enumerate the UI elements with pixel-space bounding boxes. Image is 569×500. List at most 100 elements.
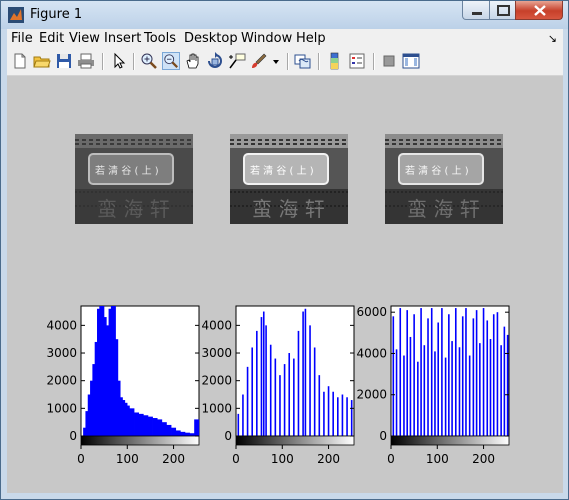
minimize-button[interactable] bbox=[462, 1, 490, 20]
menu-window[interactable]: Window bbox=[241, 31, 292, 46]
histogram-bar bbox=[269, 344, 272, 436]
histogram-bar bbox=[500, 345, 502, 436]
histogram-bar bbox=[242, 394, 244, 436]
histogram-bar bbox=[313, 347, 316, 436]
new-figure-icon[interactable] bbox=[11, 52, 29, 70]
svg-text:若 清 谷 ( 上 ): 若 清 谷 ( 上 ) bbox=[250, 164, 314, 177]
y-tick-label: 3000 bbox=[201, 346, 232, 360]
gray-colorbar bbox=[390, 435, 510, 446]
y-tick-label: 1000 bbox=[46, 401, 77, 415]
save-icon[interactable] bbox=[55, 52, 73, 70]
histogram-bar bbox=[461, 316, 464, 436]
histogram-bar bbox=[297, 330, 300, 436]
histogram-bar bbox=[309, 325, 311, 436]
title-bar[interactable]: Figure 1 bbox=[1, 1, 568, 29]
histogram-bar bbox=[472, 318, 475, 436]
data-cursor-icon[interactable] bbox=[228, 52, 246, 70]
close-icon bbox=[534, 5, 546, 16]
histogram-bar bbox=[465, 308, 467, 436]
histogram-bar bbox=[327, 386, 330, 436]
histogram-bar bbox=[444, 357, 447, 436]
plot-area bbox=[390, 305, 510, 437]
y-tick-label: 1000 bbox=[201, 401, 232, 415]
menu-dock-arrow-icon[interactable]: ↘ bbox=[548, 32, 557, 45]
pan-icon[interactable] bbox=[184, 52, 202, 70]
histogram-bar bbox=[441, 308, 443, 436]
colorbar-icon[interactable] bbox=[326, 52, 344, 70]
y-tick-label: 2000 bbox=[356, 388, 387, 402]
rotate-3d-icon[interactable] bbox=[206, 52, 224, 70]
svg-text:蛮 海 轩: 蛮 海 轩 bbox=[252, 197, 325, 221]
histogram-bar bbox=[399, 308, 402, 436]
x-tick-label: 100 bbox=[116, 452, 139, 466]
histogram-bar bbox=[341, 394, 344, 436]
open-file-icon[interactable] bbox=[33, 52, 51, 70]
menu-insert[interactable]: Insert bbox=[104, 31, 141, 46]
histogram-bar bbox=[496, 312, 499, 436]
menu-bar: File Edit View Insert Tools Desktop Wind… bbox=[7, 29, 563, 49]
histogram-bar bbox=[274, 358, 277, 436]
histogram-bar bbox=[129, 408, 135, 436]
histogram-bar bbox=[468, 355, 471, 436]
y-tick-label: 0 bbox=[224, 429, 232, 443]
menu-desktop[interactable]: Desktop bbox=[184, 31, 238, 46]
histogram-bar bbox=[323, 391, 325, 436]
legend-icon[interactable] bbox=[348, 52, 366, 70]
show-plot-tools-icon[interactable] bbox=[402, 52, 420, 70]
menu-tools[interactable]: Tools bbox=[144, 31, 176, 46]
zoom-out-button[interactable] bbox=[162, 52, 180, 70]
histogram-bar bbox=[143, 415, 149, 436]
zoom-in-icon[interactable] bbox=[140, 52, 158, 70]
histogram-bar bbox=[475, 310, 478, 436]
pointer-icon[interactable] bbox=[110, 52, 128, 70]
histogram-bar bbox=[161, 422, 167, 436]
brush-dropdown-icon[interactable] bbox=[271, 52, 281, 70]
histogram-bar bbox=[506, 334, 509, 436]
x-tick-label: 0 bbox=[77, 452, 85, 466]
toolbar-separator bbox=[287, 53, 289, 70]
histogram-bar bbox=[157, 419, 163, 436]
x-tick-label: 200 bbox=[162, 452, 185, 466]
close-button[interactable] bbox=[515, 1, 563, 20]
y-tick-label: 3000 bbox=[46, 346, 77, 360]
hide-plot-tools-icon[interactable] bbox=[380, 52, 398, 70]
histogram-bar bbox=[246, 366, 249, 436]
histogram-bar bbox=[437, 322, 439, 436]
histogram-bar bbox=[406, 310, 408, 436]
histogram-bar bbox=[430, 308, 433, 436]
link-plot-icon[interactable] bbox=[294, 52, 312, 70]
histogram-bar bbox=[138, 413, 144, 436]
y-tick-label: 2000 bbox=[201, 374, 232, 388]
menu-view[interactable]: View bbox=[69, 31, 100, 46]
histogram-bar bbox=[262, 311, 265, 436]
histogram-bar bbox=[265, 325, 267, 436]
histogram-bar bbox=[427, 318, 429, 436]
histogram-bar bbox=[171, 427, 177, 436]
svg-text:若 清 谷 ( 上 ): 若 清 谷 ( 上 ) bbox=[95, 164, 159, 177]
gray-colorbar bbox=[80, 435, 200, 446]
maximize-button[interactable] bbox=[489, 1, 516, 20]
histogram-bar bbox=[486, 320, 489, 436]
histogram-bar bbox=[337, 397, 339, 436]
histogram-bar bbox=[288, 353, 291, 436]
original-image: 若 清 谷 ( 上 ) 蛮 海 轩 bbox=[75, 134, 193, 224]
histogram-bar bbox=[152, 418, 158, 436]
histogram-equalized: 0 1000 2000 3000 4000 0 100 200 bbox=[201, 305, 355, 466]
histogram-bar bbox=[293, 358, 295, 436]
brush-icon[interactable] bbox=[250, 52, 268, 70]
x-tick-label: 100 bbox=[271, 452, 294, 466]
print-icon[interactable] bbox=[77, 52, 95, 70]
histogram-bar bbox=[251, 347, 253, 436]
menu-edit[interactable]: Edit bbox=[39, 31, 64, 46]
histogram-bar bbox=[479, 343, 481, 436]
histogram-bar bbox=[304, 308, 307, 436]
svg-text:蛮 海 轩: 蛮 海 轩 bbox=[97, 197, 170, 221]
menu-file[interactable]: File bbox=[11, 31, 33, 46]
histogram-bar bbox=[403, 355, 405, 436]
histogram-bar bbox=[423, 345, 426, 436]
svg-text:蛮 海 轩: 蛮 海 轩 bbox=[407, 197, 480, 221]
maximize-icon bbox=[497, 5, 510, 16]
figure-toolbar bbox=[7, 49, 563, 76]
histogram-specified: 0 2000 4000 6000 0 100 200 bbox=[356, 305, 510, 466]
menu-help[interactable]: Help bbox=[296, 31, 326, 46]
